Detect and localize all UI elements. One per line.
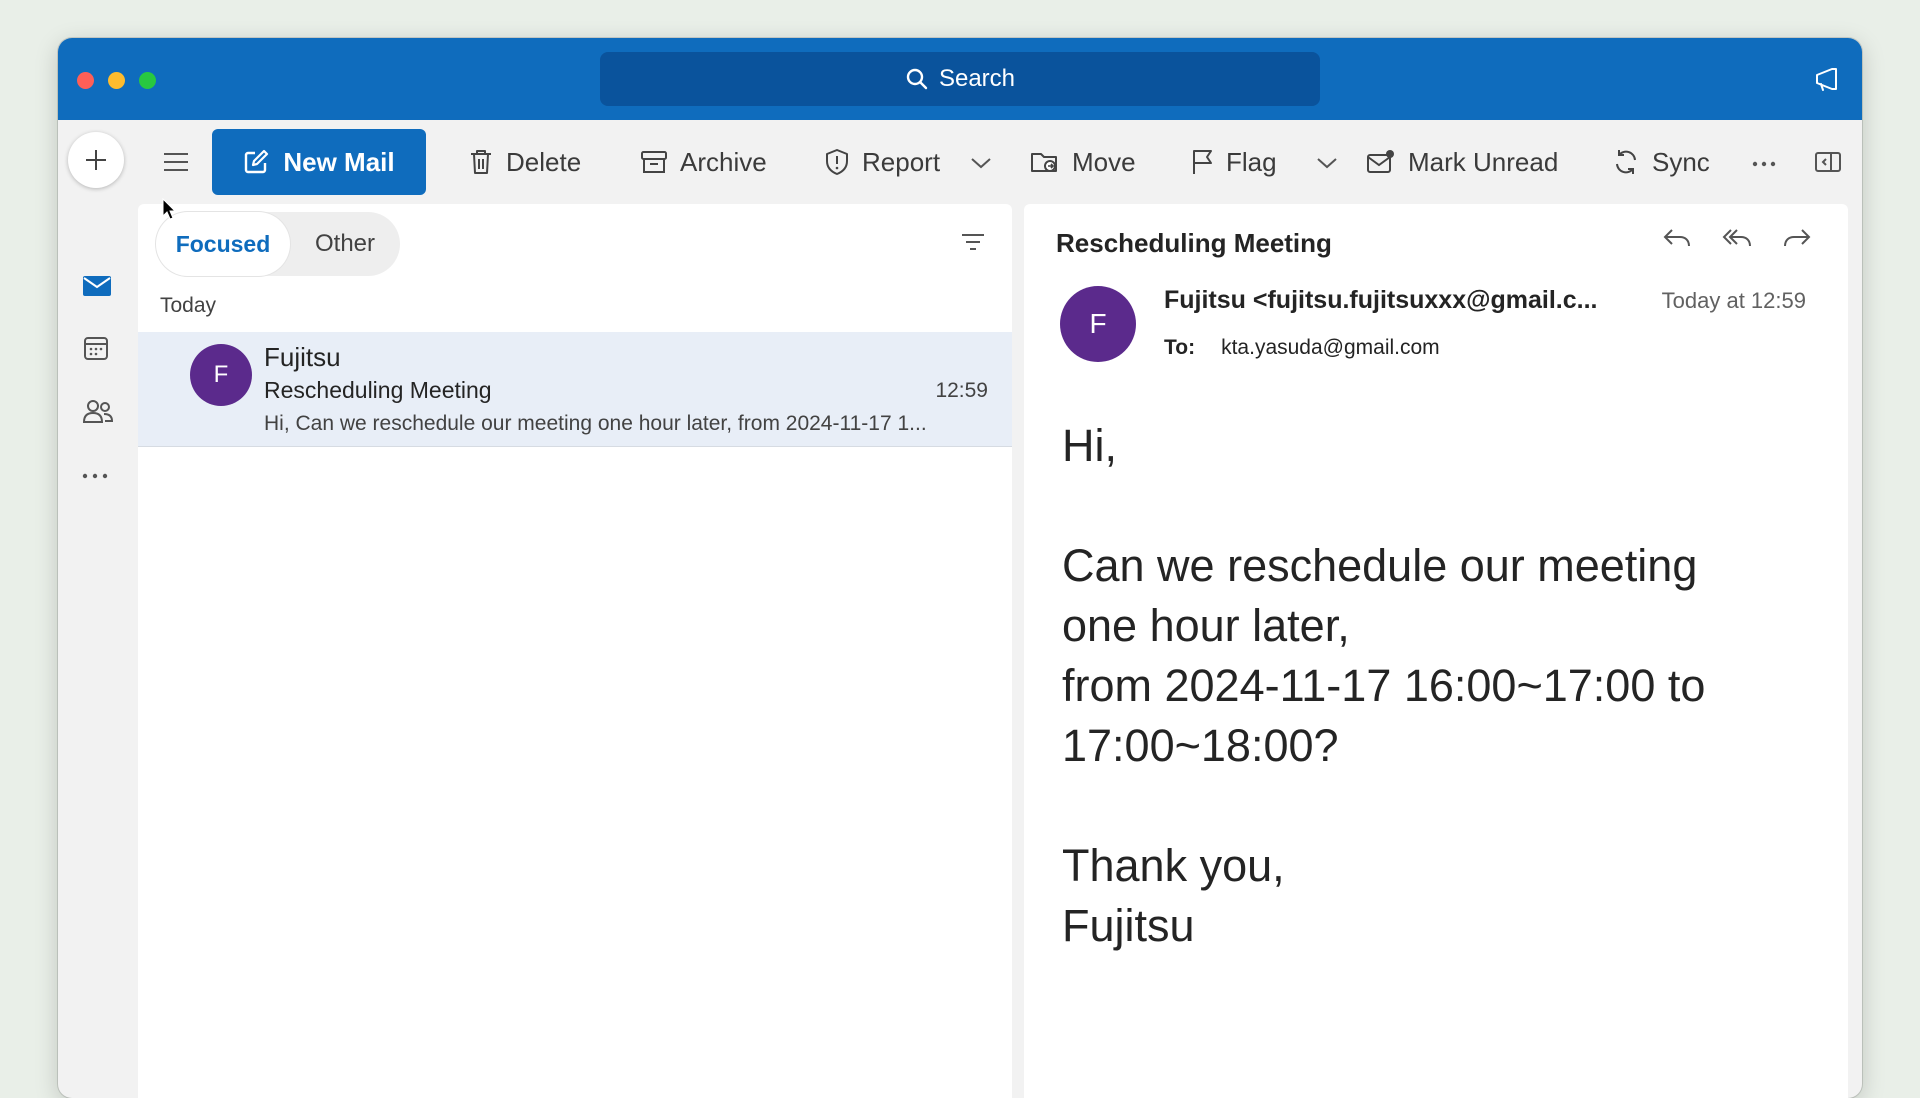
move-button[interactable]: Move xyxy=(1030,140,1136,184)
flag-button[interactable]: Flag xyxy=(1190,140,1277,184)
message-sender: Fujitsu xyxy=(264,342,341,372)
move-icon xyxy=(1031,153,1057,172)
calendar-icon[interactable] xyxy=(82,334,110,362)
reply-actions xyxy=(1662,226,1812,250)
flag-label: Flag xyxy=(1226,146,1277,177)
ribbon-toolbar: New Mail Delete Archive Report Move Flag… xyxy=(58,120,1862,210)
mark-unread-button[interactable]: Mark Unread xyxy=(1366,140,1558,184)
reading-pane-icon[interactable] xyxy=(1814,150,1842,174)
search-icon xyxy=(906,68,928,90)
search-bar[interactable]: Search xyxy=(600,52,1320,106)
report-button[interactable]: Report xyxy=(824,140,940,184)
new-mail-icon xyxy=(245,149,269,174)
feedback-icon[interactable] xyxy=(1812,64,1842,94)
tab-other[interactable]: Other xyxy=(290,230,400,258)
mail-icon[interactable] xyxy=(82,274,112,298)
recipient-address[interactable]: kta.yasuda@gmail.com xyxy=(1221,336,1440,360)
reply-icon[interactable] xyxy=(1662,226,1692,250)
sync-label: Sync xyxy=(1652,146,1710,177)
delete-label: Delete xyxy=(506,146,582,177)
list-item[interactable]: F Fujitsu Rescheduling Meeting 12:59 Hi,… xyxy=(138,332,1012,447)
archive-label: Archive xyxy=(680,146,767,177)
search-label: Search xyxy=(938,65,1016,92)
forward-icon[interactable] xyxy=(1782,226,1812,250)
tab-focused[interactable]: Focused xyxy=(156,212,290,276)
report-icon xyxy=(826,149,848,175)
avatar: F xyxy=(190,344,252,406)
reading-pane: Rescheduling Meeting F Fujitsu <fujitsu.… xyxy=(1024,204,1848,1098)
message-time: 12:59 xyxy=(935,379,988,402)
flag-chevron-down-icon[interactable] xyxy=(1316,156,1338,170)
app-rail xyxy=(58,210,138,1098)
to-label: To: xyxy=(1164,336,1196,359)
inbox-pivot: Focused Other xyxy=(156,212,400,276)
archive-icon xyxy=(641,151,667,173)
hamburger-icon[interactable] xyxy=(162,150,190,174)
new-mail-label: New Mail xyxy=(283,146,395,177)
outlook-window: Search New Mail Delete Archive Report Mo… xyxy=(58,38,1862,1098)
compose-button[interactable] xyxy=(68,132,124,188)
report-chevron-down-icon[interactable] xyxy=(970,156,992,170)
reading-subject: Rescheduling Meeting xyxy=(1056,228,1332,258)
sender-avatar: F xyxy=(1060,286,1136,362)
minimize-window-button[interactable] xyxy=(108,72,125,89)
delete-icon xyxy=(471,150,491,174)
message-subject: Rescheduling Meeting xyxy=(264,377,492,403)
sync-button[interactable]: Sync xyxy=(1612,140,1710,184)
message-body: Hi, Can we reschedule our meeting one ho… xyxy=(1062,420,1706,951)
people-icon[interactable] xyxy=(82,398,114,424)
archive-button[interactable]: Archive xyxy=(640,140,767,184)
move-label: Move xyxy=(1072,146,1136,177)
message-preview: Hi, Can we reschedule our meeting one ho… xyxy=(264,412,927,435)
new-mail-button[interactable]: New Mail xyxy=(212,129,426,195)
zoom-window-button[interactable] xyxy=(139,72,156,89)
mark-unread-icon xyxy=(1367,150,1394,173)
more-apps-icon[interactable] xyxy=(82,472,108,480)
sync-icon xyxy=(1616,150,1636,174)
mouse-cursor-icon xyxy=(162,198,176,220)
received-time: Today at 12:59 xyxy=(1661,288,1806,313)
reply-all-icon[interactable] xyxy=(1722,226,1752,250)
group-header-today: Today xyxy=(160,294,217,317)
filter-icon[interactable] xyxy=(960,232,986,252)
recipient-line: To: kta.yasuda@gmail.com xyxy=(1164,336,1440,360)
title-bar: Search xyxy=(58,38,1862,120)
delete-button[interactable]: Delete xyxy=(468,140,581,184)
compose-icon xyxy=(86,150,106,170)
more-icon[interactable] xyxy=(1752,160,1776,168)
flag-icon xyxy=(1193,150,1212,174)
report-label: Report xyxy=(862,146,941,177)
sender-address[interactable]: Fujitsu <fujitsu.fujitsuxxx@gmail.c... xyxy=(1164,286,1604,315)
message-list-pane: Focused Other Today F Fujitsu Rescheduli… xyxy=(138,204,1012,1098)
mark-unread-label: Mark Unread xyxy=(1408,146,1559,177)
close-window-button[interactable] xyxy=(77,72,94,89)
